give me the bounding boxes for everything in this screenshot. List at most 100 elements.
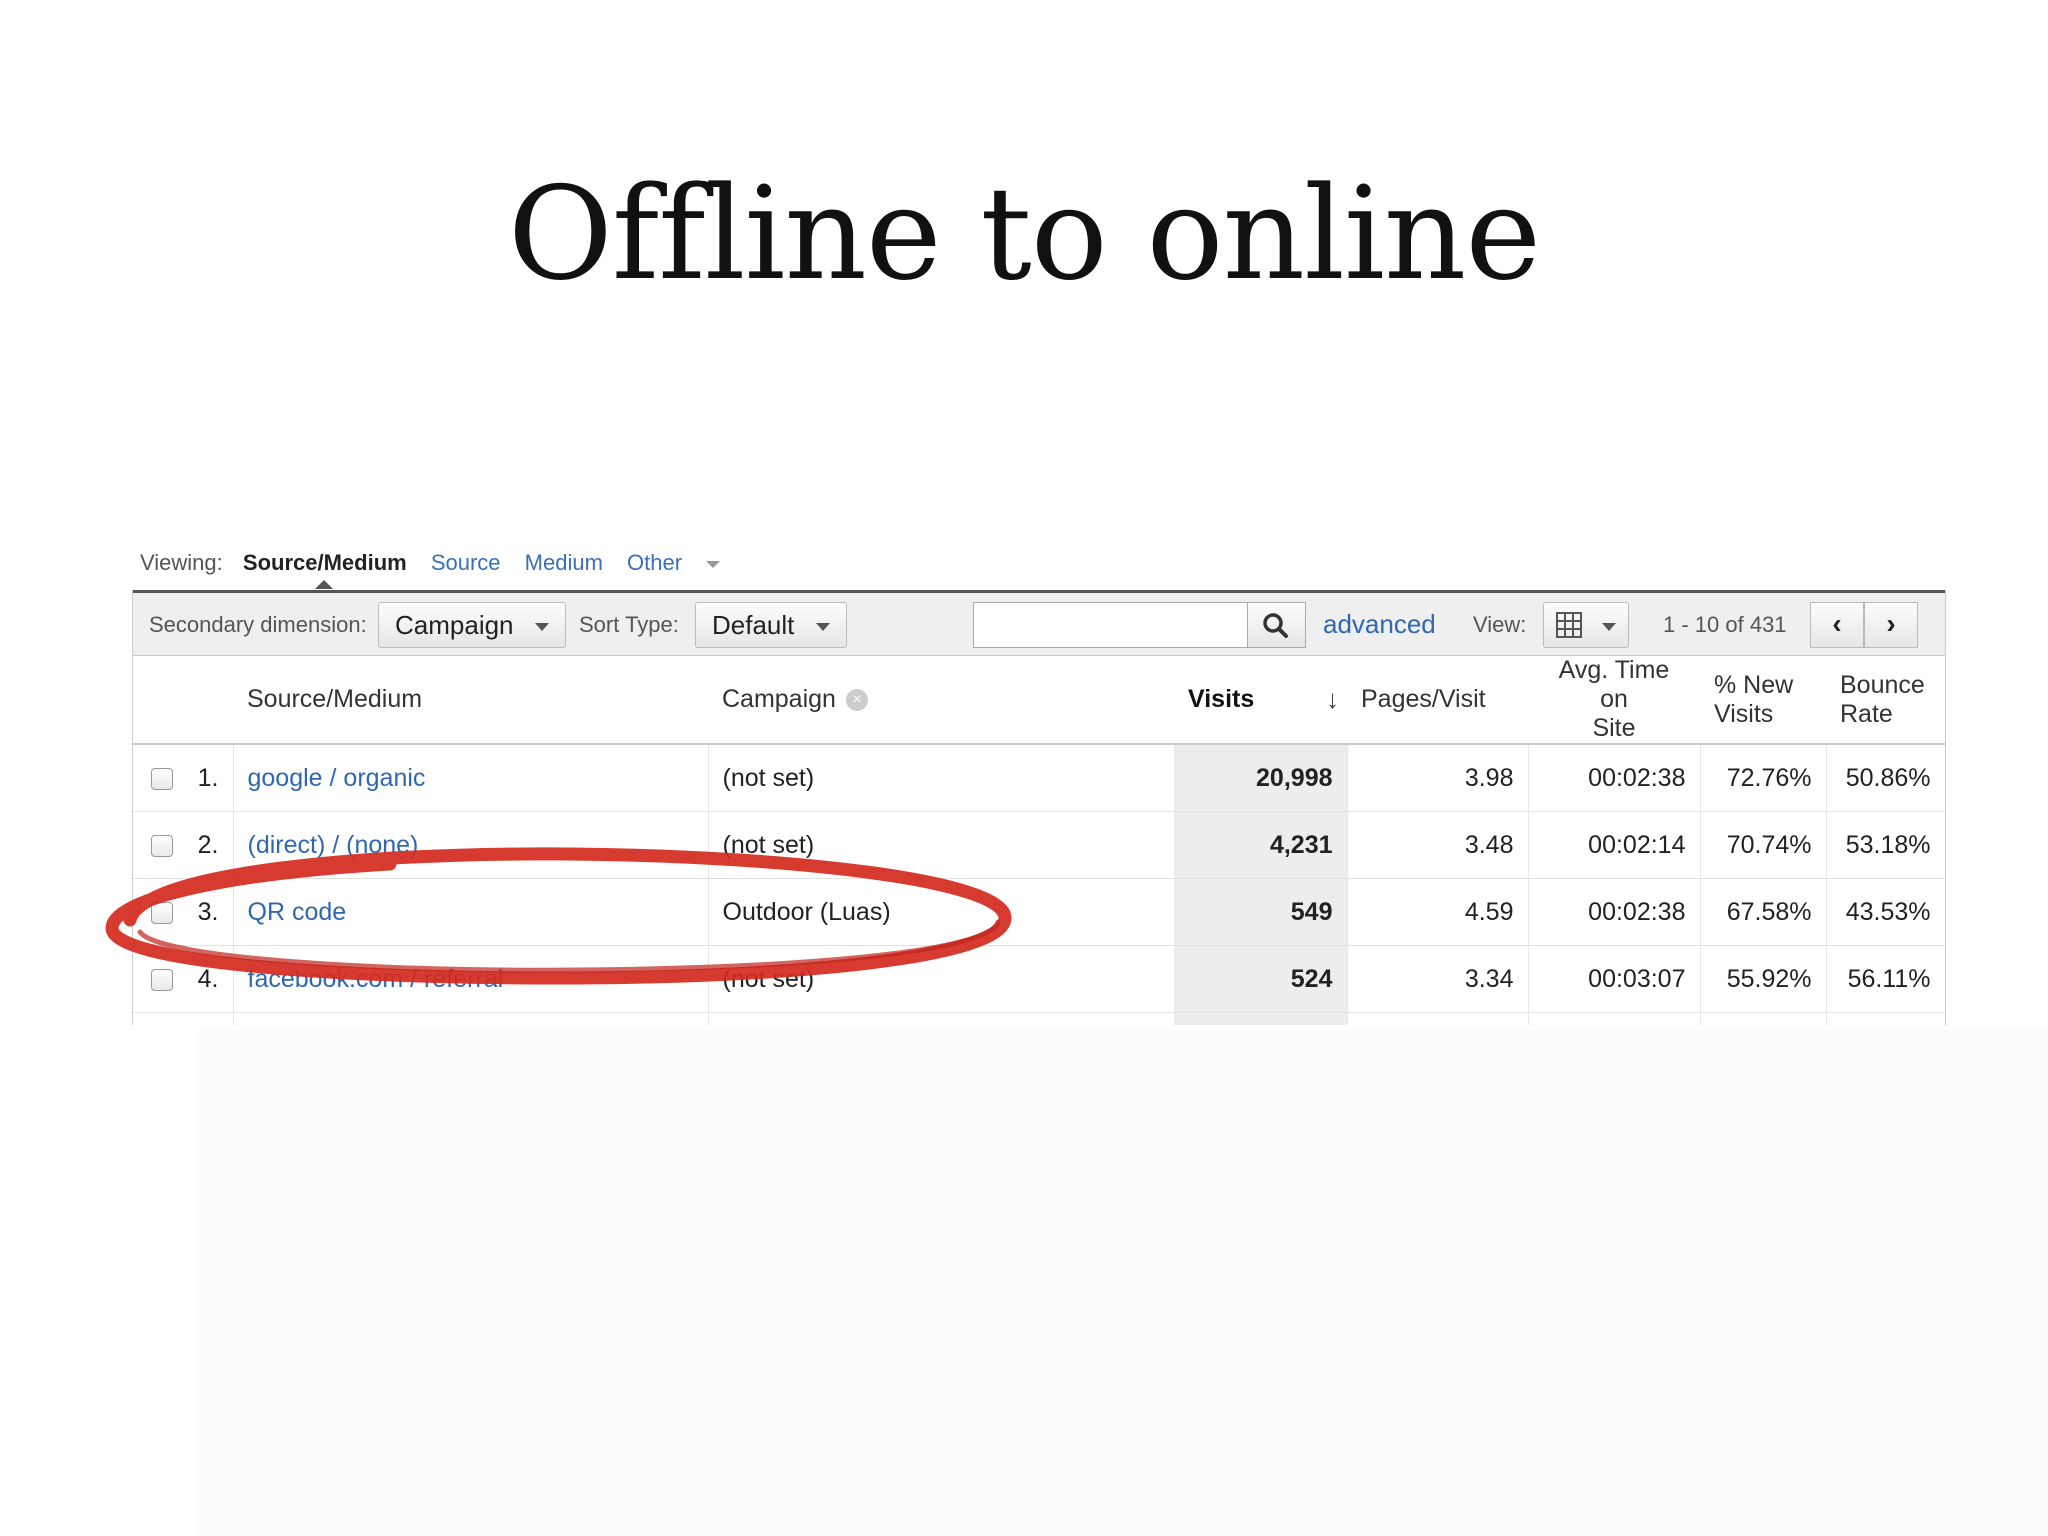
bounce-rate-cell <box>1826 1012 1945 1025</box>
header-rank-col <box>181 656 233 745</box>
header-avg-time-line1: Avg. Time on <box>1558 656 1670 713</box>
table-row: 1. google / organic (not set) 20,998 3.9… <box>133 744 1945 812</box>
table-row-highlighted: 3. QR code Outdoor (Luas) 549 4.59 00:02… <box>133 878 1945 946</box>
table-grid-icon <box>1556 612 1582 639</box>
source-cell: google / organic <box>233 744 709 812</box>
table-row-partial <box>133 1012 1945 1025</box>
new-visits-cell <box>1700 1012 1827 1025</box>
visits-cell <box>1174 1012 1348 1025</box>
sort-type-label: Sort Type: <box>579 612 679 637</box>
new-visits-cell: 70.74% <box>1700 811 1827 879</box>
sort-type-value: Default <box>712 610 795 640</box>
header-avg-time[interactable]: Avg. Time on Site <box>1528 656 1700 745</box>
prev-page-button[interactable]: ‹ <box>1810 602 1864 648</box>
source-cell: facebook.com / referral <box>233 945 709 1013</box>
visits-cell: 20,998 <box>1174 744 1348 812</box>
sort-desc-arrow-icon: ↓ <box>1326 684 1339 714</box>
table-search-input[interactable] <box>973 602 1248 648</box>
report-toolbar: Secondary dimension: Campaign Sort Type:… <box>133 590 1945 656</box>
header-bounce-rate[interactable]: Bounce Rate <box>1826 656 1945 745</box>
row-checkbox[interactable] <box>151 834 173 857</box>
source-link[interactable]: facebook.com / referral <box>248 965 504 993</box>
campaign-cell: (not set) <box>708 811 1175 879</box>
secondary-dimension-label: Secondary dimension: <box>149 612 367 637</box>
header-checkbox-col <box>133 656 181 745</box>
source-cell: (direct) / (none) <box>233 811 709 879</box>
campaign-cell: Outdoor (Luas) <box>708 878 1175 946</box>
header-campaign-label: Campaign <box>722 685 836 713</box>
source-link[interactable]: google / organic <box>248 764 426 792</box>
header-source-medium[interactable]: Source/Medium <box>233 656 708 745</box>
row-rank: 1. <box>181 744 234 812</box>
avg-time-cell: 00:02:38 <box>1528 878 1701 946</box>
data-table: Source/Medium Campaign × Visits ↓ Pages/Vi… <box>133 656 1945 1025</box>
header-new-visits[interactable]: % New Visits <box>1700 656 1826 745</box>
header-new-visits-line2: Visits <box>1714 699 1774 728</box>
avg-time-cell: 00:02:38 <box>1528 744 1701 812</box>
source-link[interactable]: (direct) / (none) <box>248 831 419 859</box>
row-rank: 2. <box>181 811 234 879</box>
viewing-other-dropdown[interactable]: Other <box>627 550 738 576</box>
header-pages-visit[interactable]: Pages/Visit <box>1347 656 1528 745</box>
search-button[interactable] <box>1248 602 1306 648</box>
viewing-label: Viewing: <box>140 550 223 575</box>
header-bounce-line2: Rate <box>1840 699 1893 728</box>
viewing-medium-link[interactable]: Medium <box>525 550 603 576</box>
visits-cell: 524 <box>1174 945 1348 1013</box>
viewing-bar: Viewing: Source/Medium Source Medium Oth… <box>140 550 756 589</box>
chevron-right-icon: › <box>1886 608 1896 639</box>
avg-time-cell: 00:03:07 <box>1528 945 1701 1013</box>
row-checkbox[interactable] <box>151 767 173 790</box>
table-header-row: Source/Medium Campaign × Visits ↓ Pages/Vi… <box>133 656 1945 745</box>
table-row: 2. (direct) / (none) (not set) 4,231 3.4… <box>133 811 1945 879</box>
avg-time-cell <box>1528 1012 1701 1025</box>
chevron-down-icon <box>706 560 721 568</box>
header-visits[interactable]: Visits ↓ <box>1174 656 1347 745</box>
viewing-other-label: Other <box>627 550 683 575</box>
campaign-cell <box>708 1012 1175 1025</box>
table-row: 4. facebook.com / referral (not set) 524… <box>133 945 1945 1013</box>
pages-visit-cell: 4.59 <box>1347 878 1529 946</box>
row-checkbox-cell <box>133 811 181 879</box>
pages-visit-cell: 3.98 <box>1347 744 1529 812</box>
header-campaign[interactable]: Campaign × <box>708 656 1174 745</box>
header-avg-time-line2: Site <box>1592 714 1636 742</box>
sort-type-dropdown[interactable]: Default <box>695 602 847 648</box>
row-checkbox[interactable] <box>151 901 173 924</box>
bounce-rate-cell: 50.86% <box>1826 744 1945 812</box>
view-label: View: <box>1473 612 1527 637</box>
header-new-visits-line1: % New <box>1714 670 1794 699</box>
source-cell: QR code <box>233 878 709 946</box>
advanced-filter-link[interactable]: advanced <box>1323 609 1436 640</box>
pages-visit-cell <box>1347 1012 1529 1025</box>
next-page-button[interactable]: › <box>1864 602 1918 648</box>
header-visits-label: Visits <box>1188 685 1255 713</box>
search-icon <box>1263 613 1288 638</box>
new-visits-cell: 55.92% <box>1700 945 1827 1013</box>
visits-cell: 549 <box>1174 878 1348 946</box>
visits-cell: 4,231 <box>1174 811 1348 879</box>
row-checkbox-cell <box>133 945 181 1013</box>
report-panel: Secondary dimension: Campaign Sort Type:… <box>132 590 1946 1025</box>
row-checkbox-cell <box>133 878 181 946</box>
row-rank <box>181 1012 234 1025</box>
secondary-dimension-dropdown[interactable]: Campaign <box>378 602 566 648</box>
view-type-dropdown[interactable] <box>1543 602 1629 648</box>
secondary-dimension-value: Campaign <box>395 610 514 640</box>
avg-time-cell: 00:02:14 <box>1528 811 1701 879</box>
slide-title: Offline to online <box>507 160 1541 309</box>
bounce-rate-cell: 43.53% <box>1826 878 1945 946</box>
new-visits-cell: 72.76% <box>1700 744 1827 812</box>
source-link[interactable]: QR code <box>248 898 347 926</box>
pages-visit-cell: 3.48 <box>1347 811 1529 879</box>
source-cell <box>233 1012 709 1025</box>
viewing-source-link[interactable]: Source <box>431 550 501 576</box>
row-rank: 3. <box>181 878 234 946</box>
chevron-down-icon <box>816 623 830 631</box>
bounce-rate-cell: 56.11% <box>1826 945 1945 1013</box>
row-checkbox[interactable] <box>151 968 173 991</box>
bounce-rate-cell: 53.18% <box>1826 811 1945 879</box>
viewing-source-medium[interactable]: Source/Medium <box>243 550 407 589</box>
remove-dimension-icon[interactable]: × <box>845 689 868 712</box>
chevron-down-icon <box>535 623 549 631</box>
